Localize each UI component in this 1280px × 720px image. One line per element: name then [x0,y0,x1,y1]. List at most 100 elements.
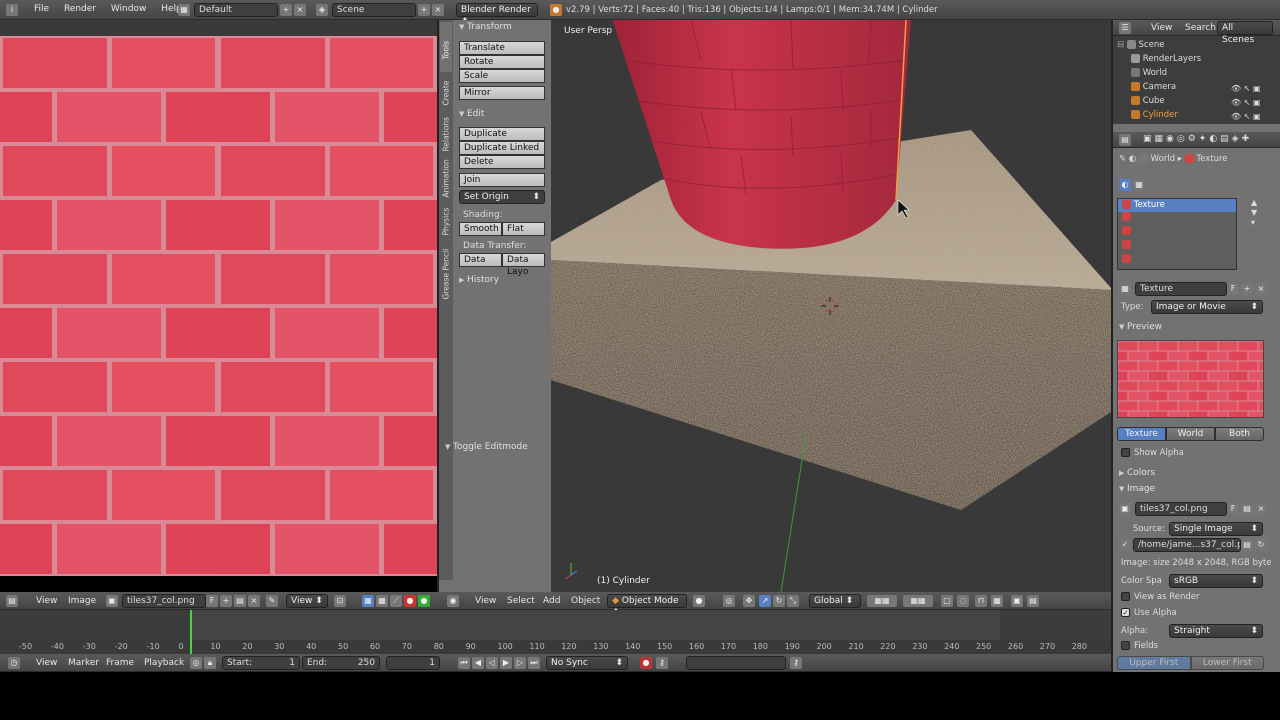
play-icon[interactable]: ▶ [500,657,512,669]
outliner-item-scene[interactable]: ⊟ Scene [1117,38,1164,52]
texture-slot-active[interactable]: Texture [1118,199,1236,212]
translate-manip-icon[interactable]: ↗ [759,595,771,607]
timeline-area[interactable]: -50 -40 -30 -20 -10 0 10 20 30 40 50 60 70 80 90 100 110… [0,610,1111,654]
scene-field[interactable]: Scene [332,3,416,17]
outliner-visibility-icons[interactable]: 👁︎ ↖ ▣ 👁︎ ↖ ▣ 👁︎ ↖ ▣ [1231,82,1261,124]
delete-button[interactable]: Delete [459,155,545,169]
outliner-editor-icon[interactable]: ☰ [1119,22,1131,34]
alpha-icon[interactable]: ▦ [376,595,388,607]
set-origin-select[interactable]: Set Origin ⬍ [459,190,545,204]
preview-panel-header[interactable]: ▼ Preview [1119,320,1162,334]
tab-relations[interactable]: Relations [442,114,451,151]
keying-set-icon[interactable]: ⚷ [656,657,668,669]
texture-slot-list[interactable]: Texture [1117,198,1237,270]
texture-name-field[interactable]: Texture [1135,282,1227,296]
timeline-menu-marker[interactable]: Marker [68,658,99,668]
unlink-image-icon[interactable]: × [248,595,260,607]
3d-viewport[interactable]: User Persp (1) Cylinder [551,20,1111,592]
join-button[interactable]: Join [459,173,545,187]
filepath-browse-icon[interactable]: ▤ [1241,539,1253,551]
opengl-render-icon[interactable]: ▣ [1011,595,1023,607]
filepath-pack-icon[interactable]: ✓ [1119,539,1131,551]
red-channel-icon[interactable]: ● [404,595,416,607]
timeline-menu-view[interactable]: View [36,658,57,668]
proportional-icon[interactable]: ◌ [957,595,969,607]
pin-icon[interactable]: ✎ [266,595,278,607]
smooth-button[interactable]: Smooth [459,222,502,236]
rotate-button[interactable]: Rotate [459,55,545,69]
world-texture-tab[interactable]: ◐ [1119,179,1131,191]
timeline-menu-playback[interactable]: Playback [144,658,184,668]
colors-panel-header[interactable]: ▶ Colors [1119,466,1155,480]
current-frame-field[interactable]: 1 [386,656,440,670]
play-reverse-icon[interactable]: ◁ [486,657,498,669]
jump-start-icon[interactable]: ⏮ [458,657,470,669]
viewport-menu-view[interactable]: View [475,596,496,606]
texture-browse-icon[interactable]: ▦ [1119,283,1131,295]
editor-type-icon[interactable]: ▤ [6,595,18,607]
viewport-menu-object[interactable]: Object [571,596,600,606]
orientation-select[interactable]: Global ⬍ [809,594,861,608]
manipulator-icon[interactable]: ✥ [743,595,755,607]
duplicate-button[interactable]: Duplicate [459,127,545,141]
color-space-select[interactable]: sRGB ⬍ [1169,574,1263,588]
insert-key-icon[interactable]: ⚷ [790,657,802,669]
slot-list-arrows[interactable]: ▲ ▼ ▾ [1251,198,1263,228]
render-engine-select[interactable]: Blender Render ⬍ [456,3,538,27]
info-editor-icon[interactable]: i [6,4,18,16]
image-name-field-prop[interactable]: tiles37_col.png [1135,502,1227,516]
alpha-mode-select[interactable]: Straight ⬍ [1169,624,1263,638]
next-key-icon[interactable]: ▷ [514,657,526,669]
jump-end-icon[interactable]: ⏭ [528,657,540,669]
lock-layer-icon[interactable]: ▢ [941,595,953,607]
fields-checkbox[interactable]: Fields [1121,641,1158,651]
new-image-icon[interactable]: + [220,595,232,607]
outliner-item-world[interactable]: World [1131,66,1167,80]
image-menu-view[interactable]: View [36,596,57,606]
scale-manip-icon[interactable]: ⤡ [787,595,799,607]
edit-panel-header[interactable]: ▼ Edit [459,107,484,121]
image-editor-canvas[interactable] [0,36,437,576]
image-menu-image[interactable]: Image [68,596,96,606]
image-open-icon-prop[interactable]: ▤ [1241,503,1253,515]
duplicate-linked-button[interactable]: Duplicate Linked [459,141,545,155]
use-alpha-checkbox[interactable]: ✓ Use Alpha [1121,608,1177,618]
remove-scene-icon[interactable]: × [432,4,444,16]
context-tabs[interactable]: ▣▦◉◎⚙✦◐▤◈✚ [1143,134,1252,144]
properties-editor-icon[interactable]: ▤ [1119,134,1131,146]
transform-panel-header[interactable]: ▼ Transform [459,20,512,34]
texture-slot[interactable] [1118,254,1236,268]
translate-button[interactable]: Translate [459,41,545,55]
open-image-icon[interactable]: ▤ [234,595,246,607]
outliner-menu-view[interactable]: View [1151,23,1172,33]
outliner-item-cube[interactable]: Cube [1131,94,1165,108]
screen-layout-icon[interactable]: ▦ [178,4,190,16]
texture-type-select[interactable]: Image or Movie ⬍ [1151,300,1263,314]
preview-range-icon[interactable]: ◎ [190,657,202,669]
timeline-editor-type-icon[interactable]: ◷ [8,657,20,669]
image-panel-header[interactable]: ▼ Image [1119,482,1155,496]
texture-slot[interactable] [1118,212,1236,226]
image-name-field[interactable]: tiles37_col.png [122,594,206,608]
scale-button[interactable]: Scale [459,69,545,83]
texture-unlink-icon[interactable]: × [1255,283,1267,295]
display-channels-icon[interactable]: ⊡ [334,595,346,607]
remove-layout-icon[interactable]: × [294,4,306,16]
viewport-menu-add[interactable]: Add [543,596,560,606]
start-frame-field[interactable]: Start: 1 [222,656,300,670]
rotate-manip-icon[interactable]: ↻ [773,595,785,607]
image-browse-icon[interactable]: ▣ [106,595,118,607]
image-browse-icon-prop[interactable]: ▣ [1119,503,1131,515]
tab-tools[interactable]: Tools [442,41,451,59]
properties-editor[interactable]: ▤ ▣▦◉◎⚙✦◐▤◈✚ ✎ ◐ World ▸ Texture ◐ ▦ Tex… [1111,124,1280,672]
menu-window[interactable]: Window [111,4,147,14]
image-unlink-icon-prop[interactable]: × [1255,503,1267,515]
prev-key-icon[interactable]: ◀ [472,657,484,669]
keying-set-field[interactable] [686,656,786,670]
texture-slot[interactable] [1118,240,1236,254]
history-panel-header[interactable]: ▶ History [459,273,499,287]
add-layout-icon[interactable]: + [280,4,292,16]
outliner-menu-search[interactable]: Search [1185,23,1216,33]
lock-range-icon[interactable]: 🔒︎ [204,657,216,669]
green-channel-icon[interactable]: ● [418,595,430,607]
